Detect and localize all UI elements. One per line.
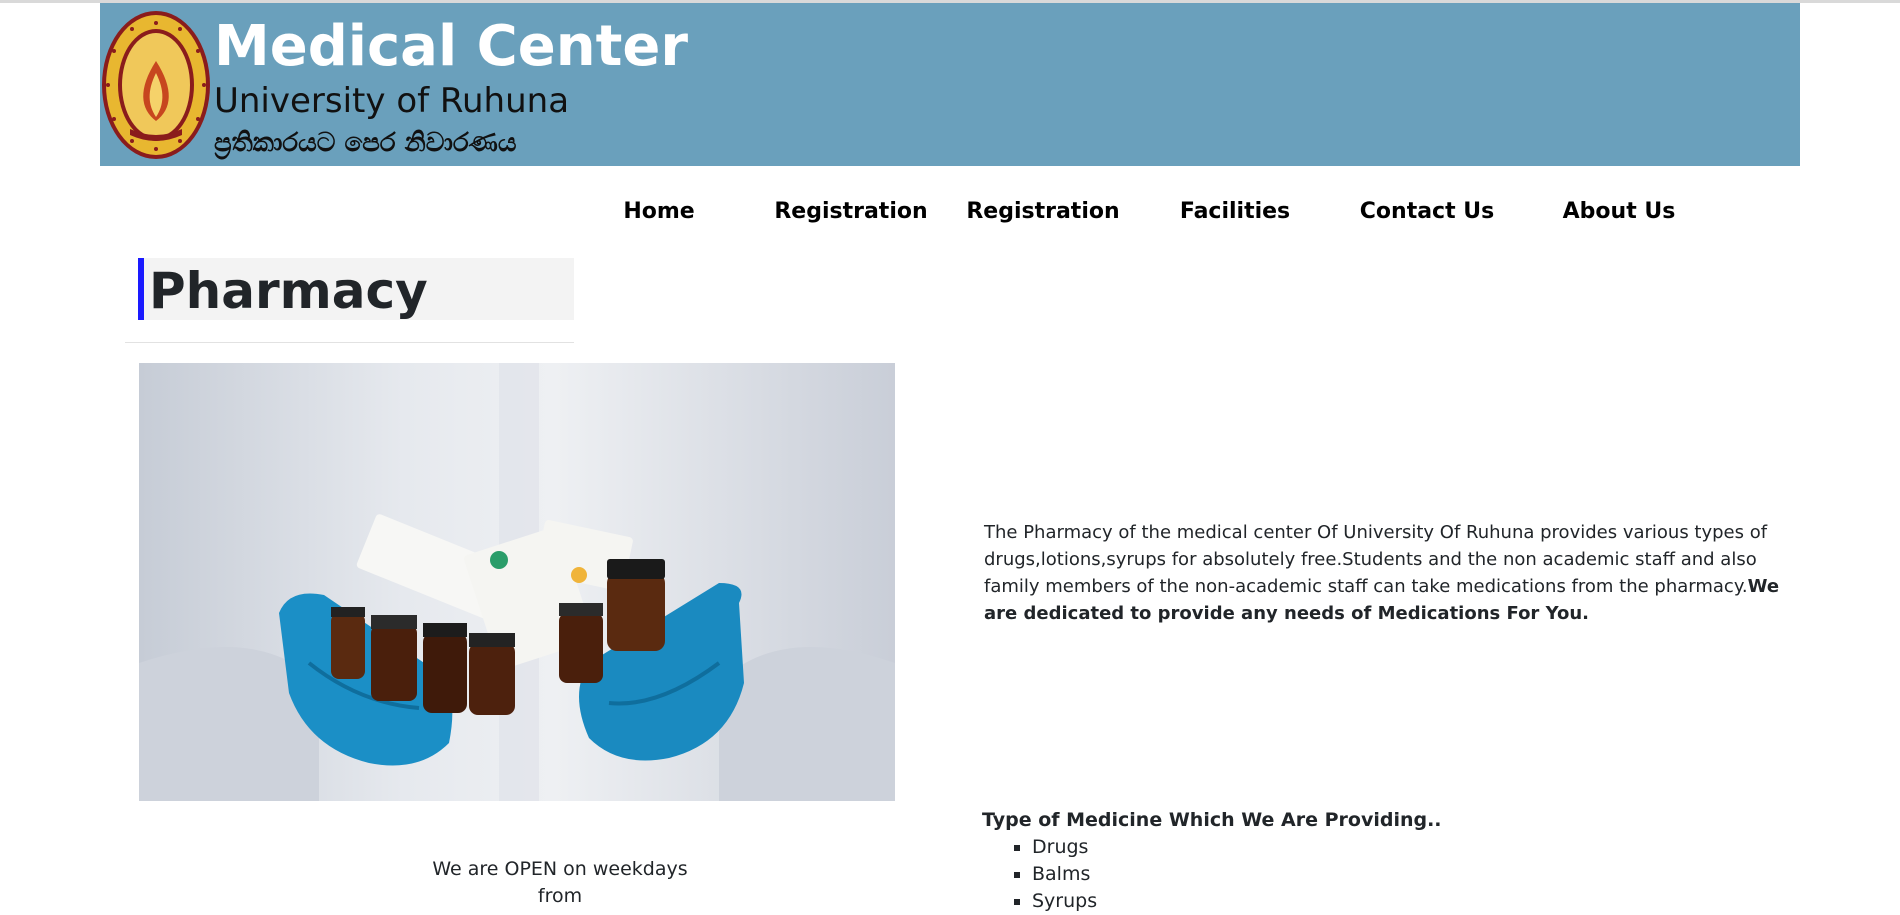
nav-contact-us[interactable]: Contact Us [1331, 190, 1523, 234]
university-logo [100, 9, 212, 161]
site-header: Medical Center University of Ruhuna ප්‍ර… [100, 3, 1800, 166]
nav-facilities[interactable]: Facilities [1139, 190, 1331, 234]
nav-registration-2[interactable]: Registration [947, 190, 1139, 234]
description-text: The Pharmacy of the medical center Of Un… [984, 522, 1768, 597]
nav-registration[interactable]: Registration [755, 190, 947, 234]
nav-home[interactable]: Home [563, 190, 755, 234]
page-heading-block: Pharmacy [125, 258, 574, 343]
opening-hours: We are OPEN on weekdays from [390, 856, 730, 910]
nav-about-us[interactable]: About Us [1523, 190, 1715, 234]
opening-hours-line-2: from [537, 885, 583, 907]
list-item: Syrups [1032, 888, 1097, 915]
medicine-types-heading: Type of Medicine Which We Are Providing.… [982, 809, 1442, 831]
site-title: Medical Center [214, 14, 688, 79]
pharmacy-description: The Pharmacy of the medical center Of Un… [984, 519, 1794, 627]
site-motto: ප්‍රතිකාරයට පෙර නිවාරණය [214, 128, 517, 158]
medicine-types-list: Drugs Balms Syrups [982, 834, 1097, 915]
main-nav: Home Registration Registration Facilitie… [0, 190, 1900, 234]
page-title: Pharmacy [138, 258, 574, 320]
pharmacy-photo [139, 363, 895, 801]
list-item: Drugs [1032, 834, 1097, 861]
list-item: Balms [1032, 861, 1097, 888]
opening-hours-line-1: We are OPEN on weekdays [432, 858, 688, 880]
site-subtitle: University of Ruhuna [214, 81, 570, 121]
